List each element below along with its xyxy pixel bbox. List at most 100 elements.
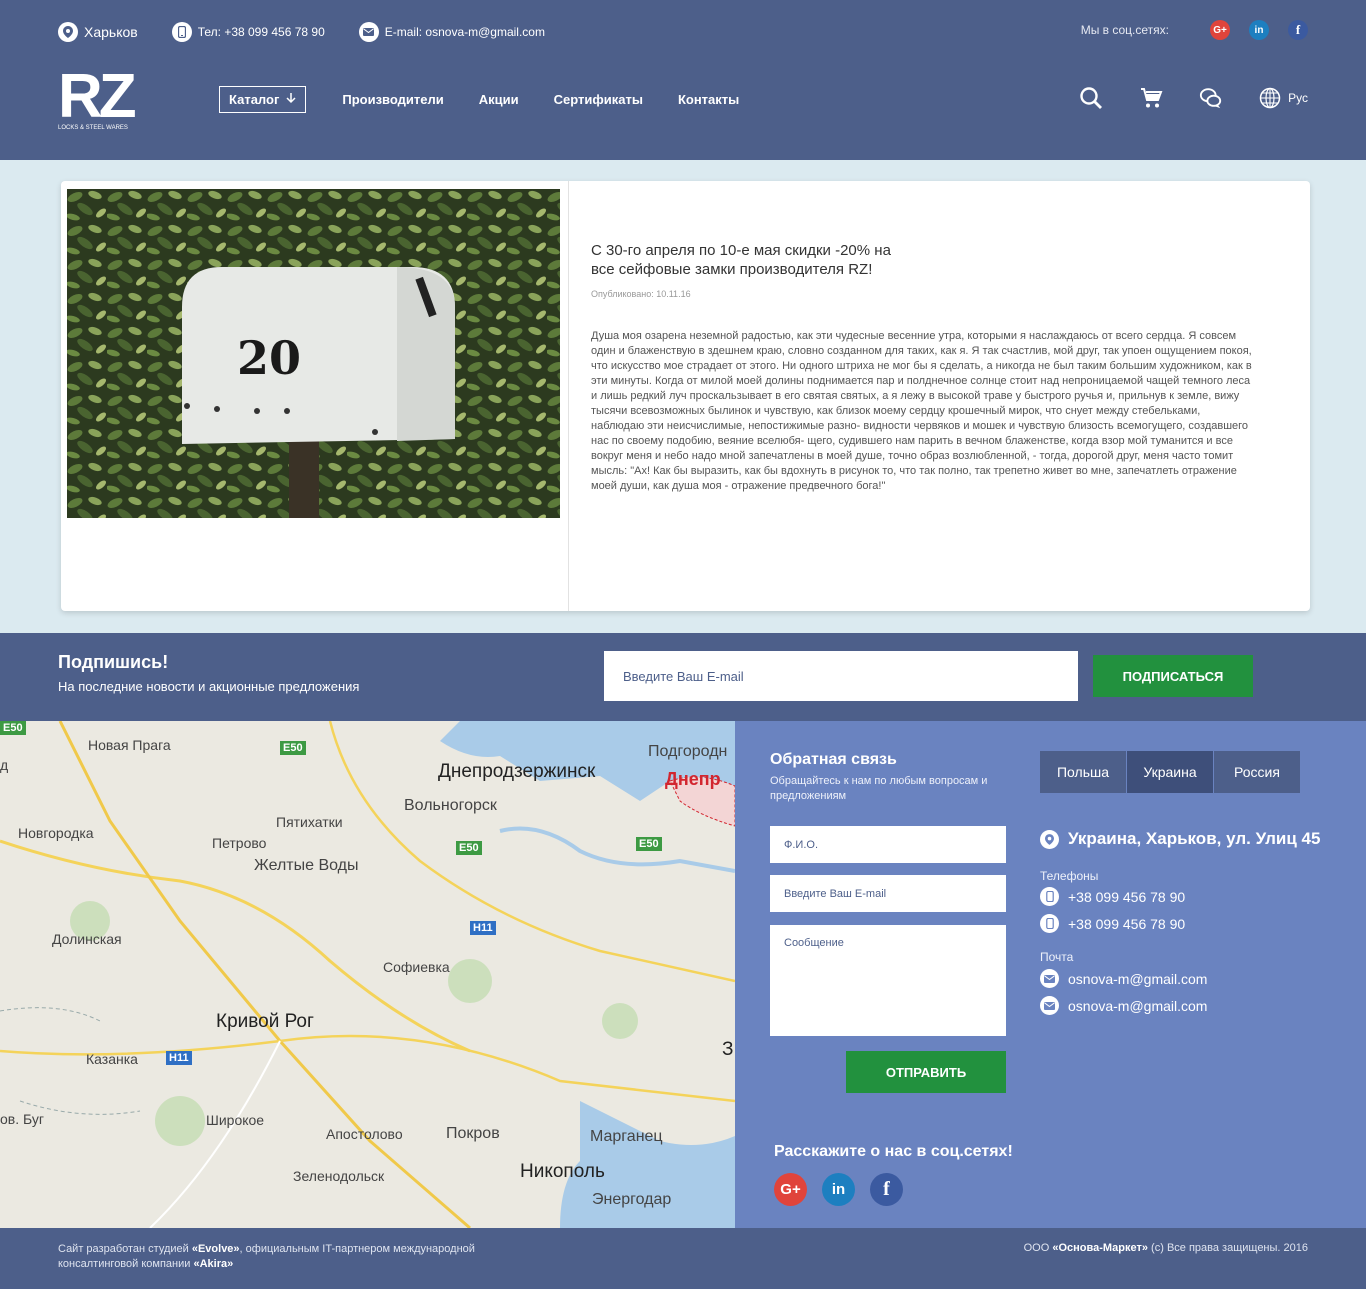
map-place: Новгородка xyxy=(18,825,94,841)
map-place: Кривой Рог xyxy=(216,1011,314,1032)
subscribe-button[interactable]: ПОДПИСАТЬСЯ xyxy=(1093,655,1253,697)
linkedin-icon[interactable]: in xyxy=(822,1173,855,1206)
road-marker: E50 xyxy=(0,721,26,735)
share-links: G+ in f xyxy=(774,1173,918,1206)
map-place: Желтые Воды xyxy=(254,857,359,874)
cart-icon[interactable] xyxy=(1139,86,1163,110)
tab-ukraine[interactable]: Украина xyxy=(1127,751,1214,793)
city-label: Харьков xyxy=(84,24,138,40)
social-links-top: Мы в соц.сетях: G+ in f xyxy=(1081,20,1308,40)
map-place: Подгородн xyxy=(648,743,728,760)
map-place: Долинская xyxy=(52,931,122,947)
tab-poland[interactable]: Польша xyxy=(1040,751,1127,793)
feedback-title: Обратная связь xyxy=(770,751,897,768)
office-address: Украина, Харьков, ул. Улиц 45 xyxy=(1040,829,1320,849)
phone-icon xyxy=(1040,887,1059,906)
email-icon xyxy=(358,22,379,42)
footer-copyright: ООО «Основа-Маркет» (c) Все права защище… xyxy=(1024,1242,1308,1254)
studio-link[interactable]: «Evolve» xyxy=(192,1243,240,1255)
phone-number: +38 099 456 78 90 xyxy=(1068,915,1186,932)
email-address: osnova-m@gmail.com xyxy=(1068,970,1208,987)
top-phone-label: Тел: +38 099 456 78 90 xyxy=(197,25,325,39)
map-place: Днепродзержинск xyxy=(438,761,596,782)
phones-label: Телефоны xyxy=(1040,869,1099,883)
site-header: Харьков Тел: +38 099 456 78 90 E-mail: o… xyxy=(0,0,1366,160)
country-tabs: Польша Украина Россия xyxy=(1040,751,1301,793)
footer-text: Сайт разработан студией xyxy=(58,1243,192,1255)
map-place: Зеленодольск xyxy=(293,1168,385,1184)
map-place: ов. Буг xyxy=(0,1111,44,1127)
phone-icon xyxy=(171,22,192,42)
nav-link-manufacturers[interactable]: Производители xyxy=(342,92,443,107)
logo-subtitle: LOCKS & STEEL WARES xyxy=(58,125,128,131)
mailbox-number: 20 xyxy=(237,331,302,385)
partner-link[interactable]: «Akira» xyxy=(193,1258,233,1270)
catalog-button[interactable]: Каталог xyxy=(219,86,307,113)
top-phone[interactable]: Тел: +38 099 456 78 90 xyxy=(171,22,325,42)
map-place: Казанка xyxy=(86,1051,138,1067)
map-place: Энергодар xyxy=(592,1191,672,1208)
language-selector[interactable]: Рус xyxy=(1259,87,1308,109)
map-place: Марганец xyxy=(590,1128,663,1145)
email-row[interactable]: osnova-m@gmail.com xyxy=(1040,996,1207,1015)
chat-icon[interactable] xyxy=(1199,86,1223,110)
nav-link-certificates[interactable]: Сертификаты xyxy=(554,92,643,107)
catalog-label: Каталог xyxy=(229,92,280,107)
facebook-icon[interactable]: f xyxy=(870,1173,903,1206)
phone-row[interactable]: +38 099 456 78 90 xyxy=(1040,914,1185,933)
phone-row[interactable]: +38 099 456 78 90 xyxy=(1040,887,1185,906)
search-icon[interactable] xyxy=(1079,86,1103,110)
facebook-icon[interactable]: f xyxy=(1288,20,1308,40)
article-photo: 20 xyxy=(67,189,560,518)
mail-label: Почта xyxy=(1040,950,1074,964)
news-card: 20 С 30-го апреля по 10-е мая скидки -20… xyxy=(61,181,1310,611)
map-place: Днепр xyxy=(665,769,721,789)
article-title[interactable]: С 30-го апреля по 10-е мая скидки -20% н… xyxy=(591,241,911,279)
email-field[interactable] xyxy=(770,875,1006,912)
subscribe-text: На последние новости и акционные предлож… xyxy=(58,679,360,694)
linkedin-icon[interactable]: in xyxy=(1249,20,1269,40)
main-nav: Каталог Производители Акции Сертификаты … xyxy=(219,86,774,113)
top-email[interactable]: E-mail: osnova-m@gmail.com xyxy=(358,22,545,42)
nav-link-promotions[interactable]: Акции xyxy=(479,92,519,107)
city-selector[interactable]: Харьков xyxy=(58,22,138,42)
globe-icon xyxy=(1259,87,1281,109)
contact-section: Обратная связь Обращайтесь к нам по любы… xyxy=(735,721,1366,1228)
name-field[interactable] xyxy=(770,826,1006,863)
phone-icon xyxy=(1040,914,1059,933)
article-content: С 30-го апреля по 10-е мая скидки -20% н… xyxy=(591,241,1261,494)
send-button[interactable]: ОТПРАВИТЬ xyxy=(846,1051,1006,1093)
map-place: Вольногорск xyxy=(404,797,497,814)
company-name: «Основа-Маркет» xyxy=(1052,1242,1148,1254)
footer-text: (c) Все права защищены. 2016 xyxy=(1148,1242,1308,1254)
phone-number: +38 099 456 78 90 xyxy=(1068,888,1186,905)
google-plus-icon[interactable]: G+ xyxy=(774,1173,807,1206)
message-field[interactable] xyxy=(770,925,1006,1036)
subscribe-email-input[interactable] xyxy=(604,651,1078,701)
google-plus-icon[interactable]: G+ xyxy=(1210,20,1230,40)
footer-credits: Сайт разработан студией «Evolve», официа… xyxy=(58,1242,528,1272)
email-row[interactable]: osnova-m@gmail.com xyxy=(1040,969,1207,988)
card-divider xyxy=(568,181,569,611)
footer-text: ООО xyxy=(1023,1242,1053,1254)
map-place: Петрово xyxy=(212,835,267,851)
email-icon xyxy=(1040,996,1059,1015)
site-logo[interactable]: RZ LOCKS & STEEL WARES xyxy=(58,66,137,132)
map-place: Новая Прага xyxy=(88,737,171,753)
article-body: Душа моя озарена неземной радостью, как … xyxy=(591,330,1252,492)
location-map[interactable]: E50 Новая Прага E50 Подгородн Днепродзер… xyxy=(0,721,735,1228)
header-actions: Рус xyxy=(1043,86,1308,110)
map-place: д xyxy=(0,757,9,773)
arrow-down-icon xyxy=(286,92,296,107)
road-marker: E50 xyxy=(280,741,306,755)
email-icon xyxy=(1040,969,1059,988)
road-marker: E50 xyxy=(636,837,662,851)
top-email-label: E-mail: osnova-m@gmail.com xyxy=(384,25,545,39)
address-text: Украина, Харьков, ул. Улиц 45 xyxy=(1068,829,1321,848)
map-place: Покров xyxy=(446,1125,500,1142)
language-label: Рус xyxy=(1288,91,1308,105)
article-date: Опубликовано: 10.11.16 xyxy=(591,289,691,299)
road-marker: E50 xyxy=(456,841,482,855)
tab-russia[interactable]: Россия xyxy=(1214,751,1301,793)
nav-link-contacts[interactable]: Контакты xyxy=(678,92,739,107)
